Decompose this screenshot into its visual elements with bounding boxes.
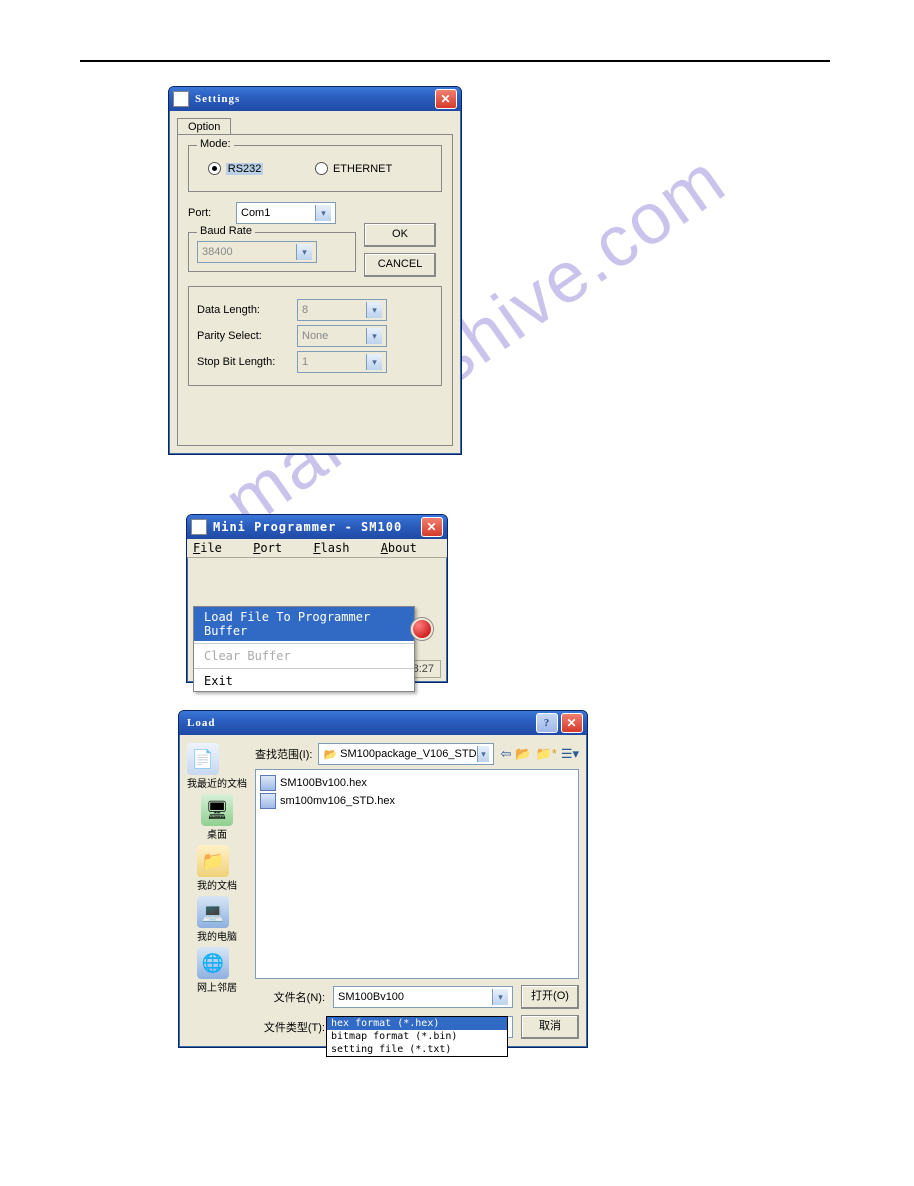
close-icon[interactable]: ✕ <box>435 89 457 109</box>
menubar: File Port Flash About <box>187 539 447 558</box>
parity-label: Parity Select: <box>197 330 297 342</box>
menu-about[interactable]: About <box>381 541 429 555</box>
close-icon[interactable]: ✕ <box>561 713 583 733</box>
settings-title: Settings <box>195 93 240 105</box>
menu-port[interactable]: Port <box>253 541 294 555</box>
place-recent[interactable]: 📄我最近的文档 <box>187 743 247 790</box>
radio-rs232[interactable]: RS232 <box>208 162 264 175</box>
file-list[interactable]: SM100Bv100.hex sm100mv106_STD.hex <box>255 769 579 979</box>
tab-strip: Option <box>169 111 461 134</box>
filename-input[interactable]: SM100Bv100 ▾ <box>333 986 513 1008</box>
radio-rs232-label: RS232 <box>226 163 264 175</box>
filename-value: SM100Bv100 <box>338 991 404 1003</box>
mini-title: Mini Programmer - SM100 <box>213 520 402 534</box>
menu-clear-buffer: Clear Buffer <box>194 646 414 666</box>
radio-ethernet-label: ETHERNET <box>333 163 392 175</box>
chevron-down-icon: ▾ <box>492 989 508 1005</box>
port-value: Com1 <box>241 207 270 219</box>
place-computer[interactable]: 💻我的电脑 <box>197 896 237 943</box>
baud-select: 38400 ▾ <box>197 241 317 263</box>
chevron-down-icon: ▾ <box>366 354 382 370</box>
app-icon <box>191 519 207 535</box>
mini-programmer-window: Mini Programmer - SM100 ✕ File Port Flas… <box>186 514 448 683</box>
port-label: Port: <box>188 207 236 219</box>
chevron-down-icon: ▾ <box>366 328 382 344</box>
datalen-select: 8 ▾ <box>297 299 387 321</box>
stopbit-select: 1 ▾ <box>297 351 387 373</box>
lookin-value: SM100package_V106_STD <box>340 748 476 760</box>
chevron-down-icon: ▾ <box>315 205 331 221</box>
viewmenu-icon[interactable]: ☰▾ <box>561 746 579 762</box>
baud-value: 38400 <box>202 246 233 258</box>
cancel-button[interactable]: 取消 <box>521 1015 579 1039</box>
app-icon <box>173 91 189 107</box>
stopbit-label: Stop Bit Length: <box>197 356 297 368</box>
mini-titlebar: Mini Programmer - SM100 ✕ <box>187 515 447 539</box>
menu-flash[interactable]: Flash <box>313 541 361 555</box>
load-titlebar: Load ? ✕ <box>179 711 587 735</box>
mode-legend: Mode: <box>197 138 234 150</box>
chevron-down-icon: ▾ <box>366 302 382 318</box>
chevron-down-icon: ▾ <box>477 746 490 762</box>
place-desktop[interactable]: 🖥桌面 <box>201 794 233 841</box>
lookin-select[interactable]: 📂 SM100package_V106_STD ▾ <box>318 743 494 765</box>
load-title: Load <box>187 717 215 729</box>
tab-option[interactable]: Option <box>177 118 231 135</box>
baud-legend: Baud Rate <box>197 225 255 237</box>
file-menu-dropdown: Load File To Programmer Buffer Clear Buf… <box>193 606 415 692</box>
menu-exit[interactable]: Exit <box>194 671 414 691</box>
place-mydocs[interactable]: 📁我的文档 <box>197 845 237 892</box>
cancel-button[interactable]: CANCEL <box>364 253 436 277</box>
baud-fieldset: Baud Rate 38400 ▾ <box>188 232 356 272</box>
file-icon <box>260 775 276 791</box>
parity-value: None <box>302 330 328 342</box>
menu-load-file[interactable]: Load File To Programmer Buffer <box>194 607 414 641</box>
filetype-dropdown: hex format (*.hex) bitmap format (*.bin)… <box>326 1016 508 1057</box>
filetype-option[interactable]: hex format (*.hex) <box>327 1017 507 1030</box>
filename-label: 文件名(N): <box>255 989 325 1005</box>
parity-select: None ▾ <box>297 325 387 347</box>
chevron-down-icon: ▾ <box>296 244 312 260</box>
nav-tools: ⇦ 📂 📁* ☰▾ <box>500 746 579 762</box>
file-icon <box>260 793 276 809</box>
settings-titlebar: Settings ✕ <box>169 87 461 111</box>
places-sidebar: 📄我最近的文档 🖥桌面 📁我的文档 💻我的电脑 🌐网上邻居 <box>187 743 247 1039</box>
status-led-icon <box>411 618 433 640</box>
menu-file[interactable]: File <box>193 541 234 555</box>
filetype-label: 文件类型(T): <box>255 1019 325 1035</box>
newfolder-icon[interactable]: 📁* <box>536 746 557 762</box>
load-dialog: Load ? ✕ 📄我最近的文档 🖥桌面 📁我的文档 💻我的电脑 🌐网上邻居 查… <box>178 710 588 1048</box>
file-item[interactable]: SM100Bv100.hex <box>260 774 574 792</box>
filetype-option[interactable]: setting file (*.txt) <box>327 1043 507 1056</box>
ok-button[interactable]: OK <box>364 223 436 247</box>
file-item[interactable]: sm100mv106_STD.hex <box>260 792 574 810</box>
stopbit-value: 1 <box>302 356 308 368</box>
back-icon[interactable]: ⇦ <box>500 746 511 762</box>
help-icon[interactable]: ? <box>536 713 558 733</box>
serial-params-fieldset: Data Length: 8 ▾ Parity Select: None ▾ S… <box>188 286 442 386</box>
radio-ethernet[interactable]: ETHERNET <box>315 162 392 175</box>
datalen-label: Data Length: <box>197 304 297 316</box>
open-button[interactable]: 打开(O) <box>521 985 579 1009</box>
place-network[interactable]: 🌐网上邻居 <box>197 947 237 994</box>
close-icon[interactable]: ✕ <box>421 517 443 537</box>
datalen-value: 8 <box>302 304 308 316</box>
lookin-label: 查找范围(I): <box>255 746 312 762</box>
up-icon[interactable]: 📂 <box>515 746 531 762</box>
port-select[interactable]: Com1 ▾ <box>236 202 336 224</box>
page-rule <box>80 60 830 62</box>
mode-fieldset: Mode: RS232 ETHERNET <box>188 145 442 192</box>
settings-window: Settings ✕ Option Mode: RS232 ETHERNET P… <box>168 86 462 455</box>
filetype-option[interactable]: bitmap format (*.bin) <box>327 1030 507 1043</box>
